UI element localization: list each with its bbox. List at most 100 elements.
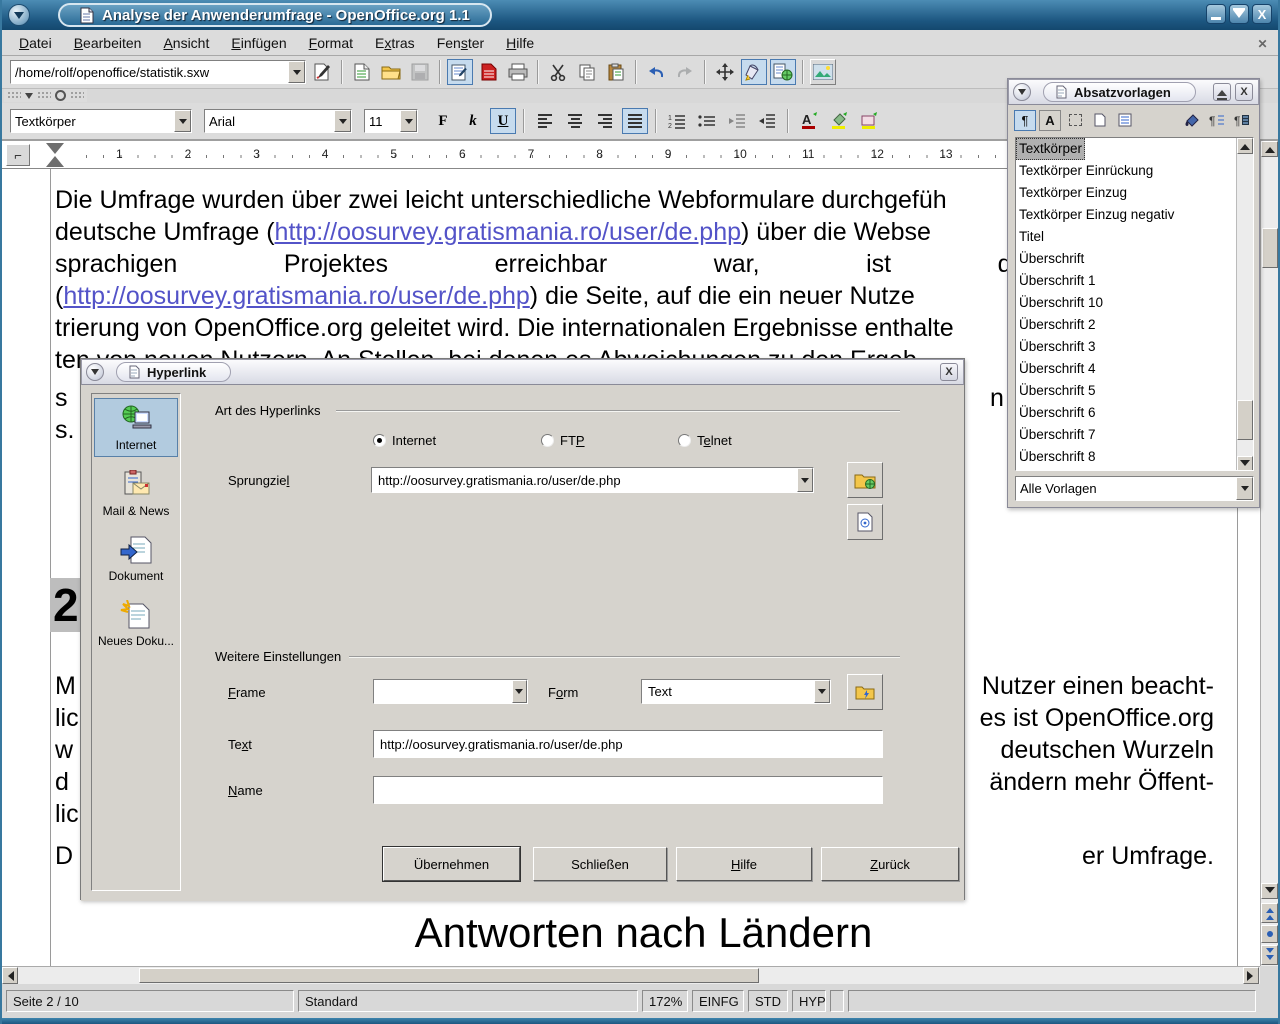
font-name-combobox[interactable]	[204, 109, 352, 133]
url-input[interactable]	[11, 61, 288, 83]
menu-bearbeiten[interactable]: Bearbeiten	[63, 32, 153, 54]
align-right-button[interactable]	[592, 108, 618, 134]
font-size-combobox[interactable]	[364, 109, 418, 133]
scroll-down-button[interactable]	[1261, 883, 1278, 899]
style-item-textk-rper-einzug[interactable]: Textkörper Einzug	[1016, 182, 1236, 204]
list-scroll-thumb[interactable]	[1237, 400, 1253, 440]
radio-internet[interactable]: Internet	[373, 433, 436, 448]
style-dropdown-button[interactable]	[174, 110, 191, 132]
url-combobox[interactable]	[10, 60, 306, 84]
style-item-berschrift[interactable]: Überschrift	[1016, 248, 1236, 270]
undo-button[interactable]	[643, 59, 669, 85]
font-name-input[interactable]	[205, 110, 334, 132]
frame-input[interactable]	[374, 680, 512, 703]
redo-button[interactable]	[672, 59, 698, 85]
frame-dropdown-button[interactable]	[512, 680, 527, 703]
hyperlink-text[interactable]: http://oosurvey.gratismania.ro/user/de.p…	[275, 218, 741, 246]
frame-styles-button[interactable]	[1064, 110, 1086, 131]
name-field[interactable]	[373, 776, 883, 804]
font-dropdown-button[interactable]	[334, 110, 351, 132]
style-filter-input[interactable]	[1016, 477, 1236, 500]
hyperlink-category-mail-news[interactable]: Mail & News	[94, 465, 178, 522]
events-button[interactable]	[847, 674, 883, 710]
print-button[interactable]	[505, 59, 531, 85]
target-combobox[interactable]	[371, 467, 814, 493]
indent-marker[interactable]	[46, 143, 64, 167]
status-selection-mode[interactable]: STD	[748, 990, 788, 1012]
panel-close-button[interactable]: X	[1235, 83, 1253, 101]
vertical-scrollbar[interactable]	[1260, 141, 1278, 966]
character-styles-button[interactable]: A	[1039, 110, 1061, 131]
status-insert-mode[interactable]: EINFG	[692, 990, 744, 1012]
frame-combobox[interactable]	[373, 679, 528, 704]
align-center-button[interactable]	[562, 108, 588, 134]
paste-button[interactable]	[603, 59, 629, 85]
styles-list-scrollbar[interactable]	[1236, 138, 1253, 470]
style-item-berschrift-7[interactable]: Überschrift 7	[1016, 424, 1236, 446]
new-style-from-selection-button[interactable]: ¶	[1206, 110, 1228, 131]
export-pdf-button[interactable]	[476, 59, 502, 85]
hyperlink-category-neues-doku[interactable]: Neues Doku...	[94, 595, 178, 652]
styles-list[interactable]: TextkörperTextkörper EinrückungTextkörpe…	[1015, 137, 1254, 471]
style-item-titel[interactable]: Titel	[1016, 226, 1236, 248]
decrease-indent-button[interactable]	[724, 108, 750, 134]
size-dropdown-button[interactable]	[400, 110, 417, 132]
radio-ftp[interactable]: FTP	[541, 433, 585, 448]
text-field[interactable]	[373, 730, 883, 758]
navigation-button[interactable]	[1261, 925, 1278, 943]
menubar-close-icon[interactable]: ✕	[1255, 36, 1270, 51]
magnifier-icon[interactable]	[55, 90, 66, 101]
hyperlink-dialog-titlebar[interactable]: Hyperlink X	[81, 359, 964, 385]
dialog-close-button[interactable]: X	[940, 363, 958, 381]
scroll-up-button[interactable]	[1261, 141, 1278, 157]
name-input[interactable]	[374, 777, 882, 803]
style-item-berschrift-1[interactable]: Überschrift 1	[1016, 270, 1236, 292]
menu-einf-gen[interactable]: Einfügen	[220, 32, 297, 54]
load-url-button[interactable]	[309, 59, 335, 85]
align-left-button[interactable]	[532, 108, 558, 134]
panel-shade-button[interactable]	[1213, 83, 1231, 101]
text-input[interactable]	[374, 731, 882, 757]
fill-format-button[interactable]	[1181, 110, 1203, 131]
chevron-down-icon[interactable]	[25, 93, 33, 103]
target-dropdown-button[interactable]	[797, 468, 813, 492]
edit-file-button[interactable]	[447, 59, 473, 85]
stylist-titlebar[interactable]: Absatzvorlagen X	[1008, 79, 1259, 105]
maximize-button[interactable]	[1229, 4, 1249, 24]
underline-button[interactable]: U	[490, 108, 516, 134]
radio-telnet[interactable]: Telnet	[678, 433, 732, 448]
numbered-list-button[interactable]: 12	[664, 108, 690, 134]
menu-datei[interactable]: Datei	[8, 32, 63, 54]
form-input[interactable]	[642, 680, 814, 703]
scroll-left-button[interactable]	[2, 967, 18, 984]
bold-button[interactable]: F	[430, 108, 456, 134]
menu-extras[interactable]: Extras	[364, 32, 426, 54]
italic-button[interactable]: k	[460, 108, 486, 134]
style-item-berschrift-10[interactable]: Überschrift 10	[1016, 292, 1236, 314]
filter-dropdown-button[interactable]	[1236, 477, 1253, 500]
font-size-input[interactable]	[365, 110, 400, 132]
cut-button[interactable]	[545, 59, 571, 85]
url-dropdown-button[interactable]	[288, 61, 305, 83]
style-item-berschrift-8[interactable]: Überschrift 8	[1016, 446, 1236, 468]
toolbar-grip[interactable]	[37, 91, 51, 100]
back-button[interactable]: Zurück	[821, 847, 959, 881]
window-menu-button[interactable]	[8, 4, 30, 26]
open-button[interactable]	[378, 59, 404, 85]
form-dropdown-button[interactable]	[814, 680, 830, 703]
menu-fenster[interactable]: Fenster	[426, 32, 495, 54]
minimize-button[interactable]	[1206, 4, 1226, 24]
menu-ansicht[interactable]: Ansicht	[152, 32, 220, 54]
style-item-textk-rper[interactable]: Textkörper	[1016, 138, 1085, 160]
target-input[interactable]	[372, 468, 797, 492]
status-page-style[interactable]: Standard	[298, 990, 638, 1012]
numbering-styles-button[interactable]	[1114, 110, 1136, 131]
toolbar-grip[interactable]	[70, 91, 84, 100]
increase-indent-button[interactable]	[754, 108, 780, 134]
panel-menu-button[interactable]	[1013, 83, 1031, 101]
target-in-document-button[interactable]	[847, 504, 883, 540]
style-item-berschrift-4[interactable]: Überschrift 4	[1016, 358, 1236, 380]
menu-hilfe[interactable]: Hilfe	[495, 32, 545, 54]
style-item-berschrift-2[interactable]: Überschrift 2	[1016, 314, 1236, 336]
close-button[interactable]: X	[1252, 4, 1272, 24]
